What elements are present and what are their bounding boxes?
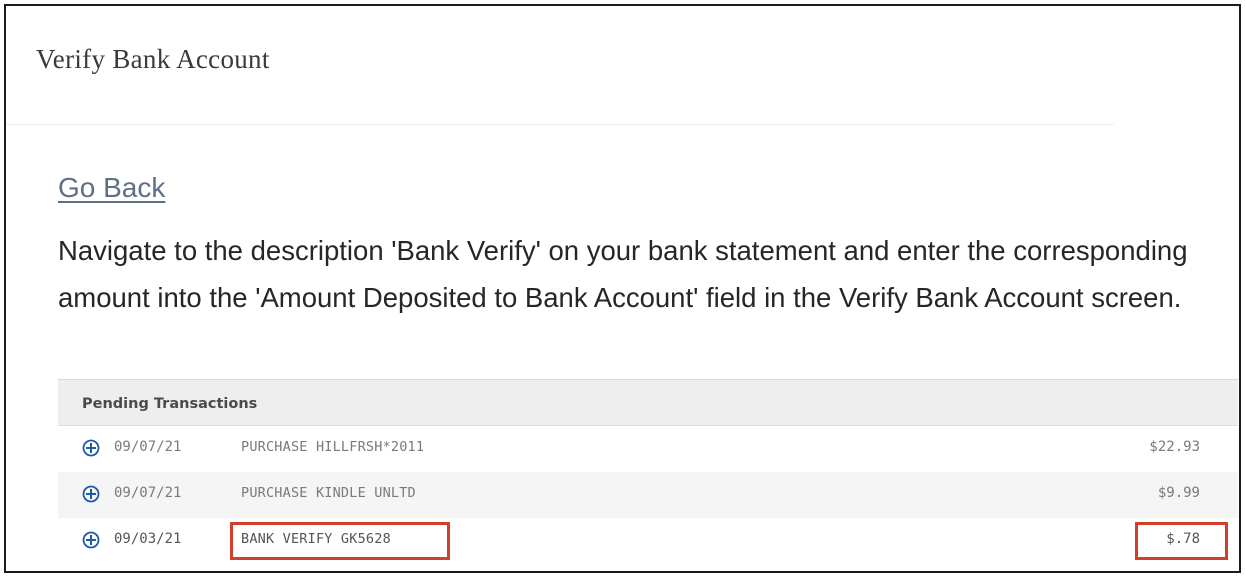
transaction-description: BANK VERIFY GK5628 [241, 531, 391, 547]
transaction-date: 09/03/21 [114, 531, 182, 547]
plus-circle-icon[interactable] [82, 485, 100, 503]
table-header: Pending Transactions [58, 379, 1238, 426]
transaction-date: 09/07/21 [114, 439, 182, 455]
plus-circle-icon[interactable] [82, 531, 100, 549]
transaction-amount: $9.99 [1157, 485, 1200, 501]
table-row: 09/07/21 PURCHASE HILLFRSH*2011 $22.93 [58, 426, 1238, 472]
table-row: 09/07/21 PURCHASE KINDLE UNLTD $9.99 [58, 472, 1238, 518]
page-title: Verify Bank Account [36, 44, 270, 74]
transaction-amount: $22.93 [1149, 439, 1200, 455]
panel-header: Verify Bank Account [6, 6, 1114, 125]
transaction-date: 09/07/21 [114, 485, 182, 501]
transaction-description: PURCHASE HILLFRSH*2011 [241, 439, 425, 455]
plus-circle-icon[interactable] [82, 439, 100, 457]
pending-transactions-table: Pending Transactions 09/07/21 PURCHASE H… [58, 379, 1238, 564]
instructions-text: Navigate to the description 'Bank Verify… [58, 235, 1188, 313]
verify-bank-account-panel: Verify Bank Account Go Back Navigate to … [4, 4, 1241, 573]
transaction-amount: $.78 [1166, 531, 1200, 547]
go-back-link[interactable]: Go Back [58, 172, 165, 204]
table-row: 09/03/21 BANK VERIFY GK5628 $.78 [58, 518, 1238, 564]
transaction-description: PURCHASE KINDLE UNLTD [241, 485, 416, 501]
table-header-label: Pending Transactions [82, 396, 258, 412]
